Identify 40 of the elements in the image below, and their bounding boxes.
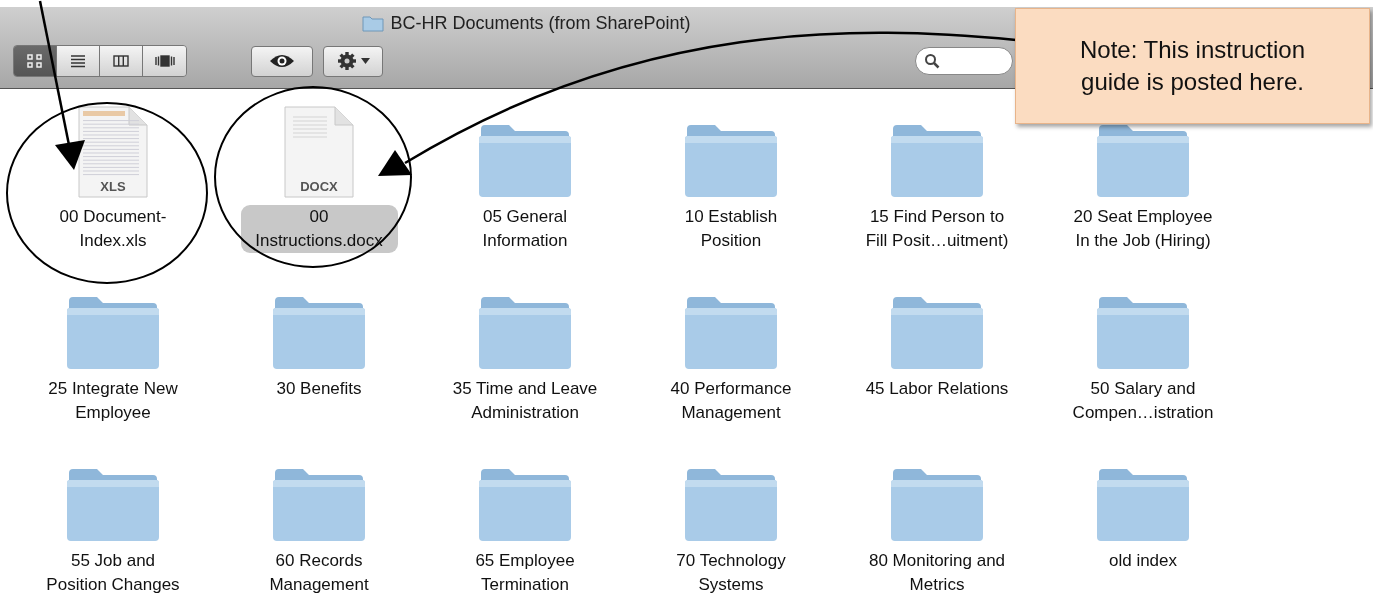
file-type-label: XLS: [100, 179, 126, 194]
grid-icon: [26, 53, 44, 69]
search-field[interactable]: [915, 47, 1013, 75]
document-icon[interactable]: [284, 106, 354, 198]
item-name[interactable]: old index: [1104, 549, 1182, 573]
list-view-button[interactable]: [57, 46, 100, 76]
quick-look-button[interactable]: [251, 45, 313, 77]
item-name[interactable]: 80 Monitoring and Metrics: [858, 549, 1016, 597]
item-name[interactable]: 40 Performance Management: [652, 377, 810, 425]
item-name[interactable]: 65 Employee Termination: [446, 549, 604, 597]
list-icon: [69, 53, 87, 69]
item-name[interactable]: 45 Labor Relations: [861, 377, 1013, 401]
icons-view-button[interactable]: [14, 46, 57, 76]
item-name[interactable]: 70 Technology Systems: [652, 549, 810, 597]
item-name[interactable]: 05 General Information: [446, 205, 604, 253]
file-type-label: DOCX: [300, 179, 338, 194]
item-name[interactable]: 55 Job and Position Changes: [34, 549, 192, 597]
gear-icon: [336, 51, 357, 71]
window-title: BC-HR Documents (from SharePoint): [390, 12, 691, 34]
item-name[interactable]: 60 Records Management: [240, 549, 398, 597]
item-name[interactable]: 20 Seat Employee In the Job (Hiring): [1064, 205, 1222, 253]
search-icon: [924, 53, 940, 69]
columns-icon: [112, 53, 130, 69]
item-name[interactable]: 00 Document-Index.xls: [34, 205, 192, 253]
item-name[interactable]: 50 Salary and Compen…istration: [1064, 377, 1222, 425]
item-name[interactable]: 00 Instructions.docx: [240, 205, 398, 253]
cover-flow-icon: [153, 53, 176, 69]
columns-view-button[interactable]: [100, 46, 143, 76]
folder-icon: [362, 14, 385, 32]
action-menu-button[interactable]: [323, 45, 383, 77]
caret-icon: [360, 58, 370, 64]
eye-icon: [268, 53, 296, 69]
item-name[interactable]: 35 Time and Leave Administration: [446, 377, 604, 425]
item-name[interactable]: 30 Benefits: [272, 377, 366, 401]
item-name[interactable]: 25 Integrate New Employee: [34, 377, 192, 425]
coverflow-view-button[interactable]: [143, 46, 186, 76]
item-name[interactable]: 10 Establish Position: [652, 205, 810, 253]
callout-note: Note: This instruction guide is posted here.: [1015, 8, 1370, 124]
item-name[interactable]: 15 Find Person to Fill Posit…uitment): [858, 205, 1016, 253]
document-icon[interactable]: [78, 106, 148, 198]
